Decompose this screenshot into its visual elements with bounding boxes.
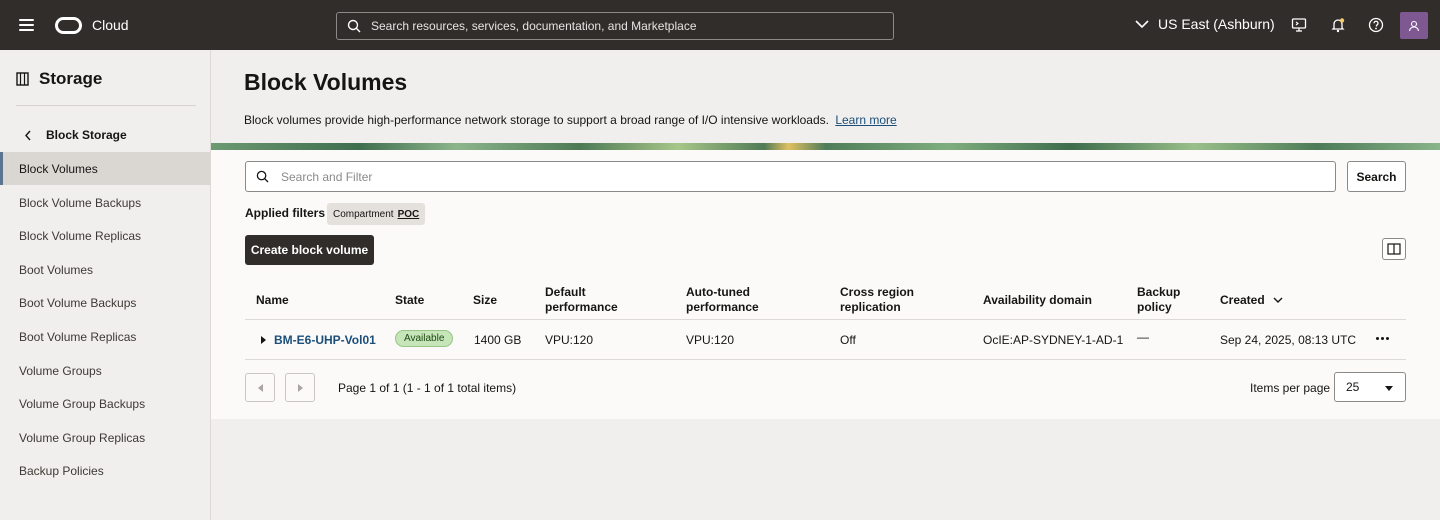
main-content: Block Volumes Block volumes provide high… [211, 50, 1440, 520]
chevron-left-icon [25, 130, 31, 140]
compartment-filter-chip[interactable]: Compartment POC [327, 203, 426, 225]
table-row: BM-E6-UHP-Vol01 Available 1400 GB VPU:12… [245, 321, 1406, 360]
sidebar-title-label: Storage [39, 69, 103, 88]
sidebar-item-block-volume-backups[interactable]: Block Volume Backups [0, 186, 210, 219]
column-header-cross-region-replication[interactable]: Cross region replication [840, 285, 914, 315]
pagination-status: Page 1 of 1 (1 - 1 of 1 total items) [338, 381, 517, 395]
page-description: Block volumes provide high-performance n… [244, 113, 897, 127]
volume-auto-tuned-performance: VPU:120 [686, 333, 735, 347]
column-header-default-performance-line1: Default [545, 285, 586, 299]
sidebar-item-volume-group-replicas[interactable]: Volume Group Replicas [0, 421, 210, 454]
sidebar-item-backup-policies[interactable]: Backup Policies [0, 454, 210, 487]
bell-icon[interactable] [1330, 17, 1346, 33]
sidebar-divider [16, 105, 196, 106]
columns-icon [1387, 243, 1401, 255]
table-header: Name State Size Default performance Auto… [245, 281, 1406, 320]
brand-label[interactable]: Cloud [92, 17, 129, 33]
column-header-size[interactable]: Size [473, 293, 497, 308]
expand-row-icon[interactable] [261, 336, 266, 344]
column-header-backup-policy[interactable]: Backup policy [1137, 285, 1180, 315]
sidebar-title: Storage [16, 69, 102, 89]
cloud-shell-icon[interactable] [1291, 17, 1307, 33]
sidebar: Storage Block Storage Block Volumes Bloc… [0, 50, 211, 520]
sidebar-item-block-volume-replicas[interactable]: Block Volume Replicas [0, 219, 210, 252]
row-actions-menu-icon[interactable] [1376, 337, 1389, 340]
search-filter[interactable] [245, 161, 1336, 192]
sidebar-item-boot-volume-backups[interactable]: Boot Volume Backups [0, 286, 210, 319]
search-filter-input[interactable] [281, 169, 1321, 184]
page-title: Block Volumes [244, 69, 408, 95]
volume-name-link[interactable]: BM-E6-UHP-Vol01 [274, 333, 376, 348]
column-header-state[interactable]: State [395, 293, 424, 308]
volumes-panel: Search Applied filters Compartment POC C… [211, 150, 1440, 419]
volume-backup-policy: — [1137, 330, 1149, 344]
chip-key: Compartment [333, 208, 394, 220]
items-per-page-select[interactable]: 25 [1334, 372, 1406, 402]
global-search-input[interactable] [371, 19, 871, 33]
decorative-banner [211, 143, 1440, 150]
sidebar-item-block-volumes[interactable]: Block Volumes [0, 152, 210, 185]
volume-created: Sep 24, 2025, 08:13 UTC [1220, 333, 1357, 347]
column-header-created[interactable]: Created [1220, 293, 1283, 308]
column-header-backup-line1: Backup [1137, 285, 1181, 299]
region-label: US East (Ashburn) [1158, 16, 1275, 32]
column-header-name[interactable]: Name [256, 293, 289, 308]
items-per-page-label: Items per page [1250, 381, 1331, 395]
previous-page-button[interactable] [245, 373, 275, 402]
caret-down-icon [1385, 386, 1393, 391]
search-icon [347, 19, 361, 33]
column-header-created-label: Created [1220, 293, 1265, 307]
user-avatar[interactable] [1400, 12, 1428, 39]
sort-descending-icon[interactable] [1273, 297, 1283, 304]
column-header-auto-tuned-performance[interactable]: Auto-tuned performance [686, 285, 759, 315]
volume-cross-region-replication: Off [840, 333, 856, 347]
learn-more-link[interactable]: Learn more [835, 113, 896, 127]
storage-icon [16, 72, 29, 86]
create-block-volume-button[interactable]: Create block volume [245, 235, 374, 265]
sidebar-back-label: Block Storage [46, 128, 127, 142]
column-header-auto-tuned-line1: Auto-tuned [686, 285, 750, 299]
search-button[interactable]: Search [1347, 161, 1406, 192]
manage-columns-button[interactable] [1382, 238, 1406, 260]
column-header-default-performance-line2: performance [545, 300, 618, 314]
page-description-text: Block volumes provide high-performance n… [244, 113, 829, 127]
chip-value[interactable]: POC [398, 209, 420, 220]
help-icon[interactable] [1368, 17, 1384, 33]
volume-availability-domain: OcIE:AP-SYDNEY-1-AD-1 [983, 333, 1124, 347]
user-icon [1408, 20, 1420, 31]
applied-filters-label: Applied filters [245, 206, 326, 220]
hamburger-icon[interactable] [19, 19, 34, 31]
page-header: Block Volumes Block volumes provide high… [211, 50, 1440, 143]
top-bar: Cloud US East (Ashburn) [0, 0, 1440, 50]
items-per-page-value: 25 [1346, 380, 1360, 394]
caret-right-icon [297, 383, 303, 392]
column-header-auto-tuned-line2: performance [686, 300, 759, 314]
sidebar-item-boot-volumes[interactable]: Boot Volumes [0, 253, 210, 286]
sidebar-item-volume-groups[interactable]: Volume Groups [0, 354, 210, 387]
sidebar-item-boot-volume-replicas[interactable]: Boot Volume Replicas [0, 320, 210, 353]
caret-left-icon [257, 383, 263, 392]
column-header-cross-region-line2: replication [840, 300, 901, 314]
global-search[interactable] [336, 12, 894, 40]
sidebar-back-link[interactable]: Block Storage [24, 128, 127, 142]
column-header-backup-line2: policy [1137, 300, 1172, 314]
next-page-button[interactable] [285, 373, 315, 402]
column-header-cross-region-line1: Cross region [840, 285, 915, 299]
volume-size: 1400 GB [474, 333, 522, 347]
search-icon [256, 170, 269, 183]
chevron-down-icon [1135, 19, 1149, 28]
sidebar-item-volume-group-backups[interactable]: Volume Group Backups [0, 387, 210, 420]
status-badge: Available [395, 330, 454, 347]
volume-default-performance: VPU:120 [545, 333, 594, 347]
column-header-availability-domain[interactable]: Availability domain [983, 293, 1092, 308]
region-selector[interactable]: US East (Ashburn) [1135, 16, 1275, 32]
column-header-default-performance[interactable]: Default performance [545, 285, 618, 315]
oracle-logo[interactable] [55, 17, 82, 34]
